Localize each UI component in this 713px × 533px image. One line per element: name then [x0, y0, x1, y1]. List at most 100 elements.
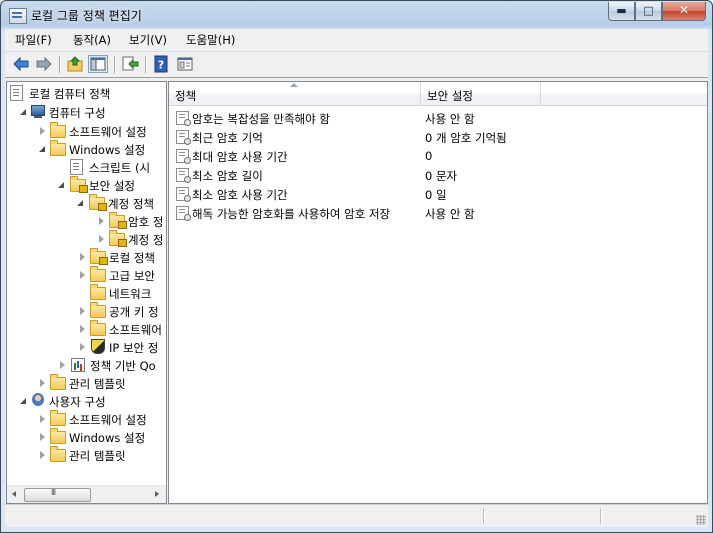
- forward-button[interactable]: [34, 55, 54, 73]
- security-folder-icon: [109, 230, 127, 247]
- minimize-button[interactable]: ▬: [608, 2, 635, 21]
- policy-row[interactable]: 최대 암호 사용 기간 0: [169, 146, 707, 165]
- tree-label: Windows 설정: [69, 143, 146, 157]
- policy-editor-icon: [9, 8, 27, 24]
- tree-horizontal-scrollbar[interactable]: III: [7, 485, 166, 503]
- expanded-arrow-icon[interactable]: [58, 182, 64, 188]
- forward-arrow-icon: [36, 56, 52, 72]
- collapsed-arrow-icon[interactable]: [80, 343, 85, 351]
- expanded-arrow-icon[interactable]: [39, 146, 45, 152]
- help-icon: ?: [154, 55, 168, 73]
- collapsed-arrow-icon[interactable]: [40, 415, 45, 423]
- collapsed-arrow-icon[interactable]: [99, 217, 104, 225]
- collapsed-arrow-icon[interactable]: [80, 271, 85, 279]
- status-bar: [5, 504, 708, 527]
- tree-label: 암호 정: [128, 215, 164, 229]
- column-policy[interactable]: 정책: [169, 82, 421, 105]
- policy-value: 사용 안 함: [425, 112, 475, 126]
- policy-setting-icon: [176, 149, 191, 164]
- policy-name: 최근 암호 기억: [192, 131, 263, 145]
- column-label: 보안 설정: [427, 89, 473, 103]
- properties-view-button[interactable]: [175, 55, 195, 73]
- menu-view[interactable]: 보기(V): [129, 32, 167, 48]
- collapsed-arrow-icon[interactable]: [80, 325, 85, 333]
- column-security-setting[interactable]: 보안 설정: [421, 82, 541, 105]
- folder-icon: [90, 302, 106, 318]
- policy-row[interactable]: 최근 암호 기억 0 개 암호 기억됨: [169, 127, 707, 146]
- column-label: 정책: [175, 89, 197, 103]
- resize-grip-icon[interactable]: [696, 515, 706, 525]
- sort-ascending-icon: [290, 83, 298, 87]
- maximize-icon: □: [643, 4, 654, 17]
- menu-bar: 파일(F) 동작(A) 보기(V) 도움말(H): [5, 29, 708, 52]
- properties-view-icon: [177, 57, 193, 71]
- policy-list[interactable]: 정책 보안 설정 암호는 복잡성을 만족해야 함 사용 안 함 최근 암호 기억…: [168, 81, 708, 504]
- computer-icon: [31, 105, 45, 118]
- tree-label: 고급 보안: [109, 269, 155, 283]
- collapsed-arrow-icon[interactable]: [40, 433, 45, 441]
- tree-label: 로컬 정책: [109, 251, 155, 265]
- policy-value: 0: [425, 149, 433, 163]
- policy-row[interactable]: 최소 암호 사용 기간 0 일: [169, 184, 707, 203]
- security-folder-icon: [70, 176, 88, 193]
- minimize-icon: ▬: [616, 4, 627, 17]
- scroll-right-arrow-icon[interactable]: [149, 486, 165, 503]
- collapsed-arrow-icon[interactable]: [80, 253, 85, 261]
- tree-label: 계정 정책: [108, 197, 154, 211]
- collapsed-arrow-icon[interactable]: [80, 307, 85, 315]
- expanded-arrow-icon[interactable]: [20, 398, 26, 404]
- collapsed-arrow-icon[interactable]: [99, 235, 104, 243]
- policy-value: 0 문자: [425, 169, 458, 183]
- script-icon: [70, 159, 83, 175]
- svg-text:?: ?: [158, 59, 164, 72]
- tree-label: 스크립트 (시: [89, 161, 151, 175]
- scroll-thumb[interactable]: III: [24, 488, 91, 502]
- folder-icon: [50, 140, 66, 156]
- tree-label: 소프트웨어 설정: [69, 125, 147, 139]
- folder-icon: [50, 374, 66, 390]
- folder-icon: [50, 410, 66, 426]
- tree-label: 로컬 컴퓨터 정책: [29, 87, 111, 101]
- tree-label: 정책 기반 Qo: [90, 359, 156, 373]
- policy-setting-icon: [176, 111, 191, 126]
- collapsed-arrow-icon[interactable]: [40, 379, 45, 387]
- close-button[interactable]: ✕: [662, 2, 706, 21]
- back-button[interactable]: [11, 55, 31, 73]
- status-separator: [483, 508, 485, 524]
- tree-label: IP 보안 정: [109, 341, 159, 355]
- menu-action[interactable]: 동작(A): [73, 32, 111, 48]
- maximize-button[interactable]: □: [635, 2, 662, 21]
- scroll-left-arrow-icon[interactable]: [7, 486, 23, 503]
- tree-label: 네트워크: [109, 287, 152, 301]
- folder-icon: [50, 122, 66, 138]
- tree-label: 소프트웨어: [109, 323, 162, 337]
- menu-help[interactable]: 도움말(H): [186, 32, 235, 48]
- tree-label: 계정 정: [128, 233, 164, 247]
- status-separator: [600, 508, 602, 524]
- policy-setting-icon: [176, 206, 191, 221]
- collapsed-arrow-icon[interactable]: [60, 361, 65, 369]
- up-button[interactable]: [65, 55, 85, 73]
- policy-setting-icon: [176, 187, 191, 202]
- show-hide-tree-button[interactable]: [88, 55, 108, 73]
- collapsed-arrow-icon[interactable]: [40, 451, 45, 459]
- policy-row[interactable]: 해독 가능한 암호화를 사용하여 암호 저장 사용 안 함: [169, 203, 707, 222]
- console-tree[interactable]: 로컬 컴퓨터 정책 컴퓨터 구성 소프트웨어 설정 Windows 설정 스크립…: [6, 81, 167, 504]
- expanded-arrow-icon[interactable]: [20, 109, 26, 115]
- security-folder-icon: [89, 194, 107, 211]
- user-icon: [32, 393, 44, 406]
- policy-setting-icon: [176, 168, 191, 183]
- export-list-icon: [122, 56, 139, 71]
- policy-row[interactable]: 암호는 복잡성을 만족해야 함 사용 안 함: [169, 108, 707, 127]
- export-list-button[interactable]: [120, 55, 140, 73]
- tree-label: 공개 키 정: [109, 305, 159, 319]
- policy-row[interactable]: 최소 암호 길이 0 문자: [169, 165, 707, 184]
- expanded-arrow-icon[interactable]: [77, 200, 83, 206]
- policy-value: 사용 안 함: [425, 207, 475, 221]
- title-bar[interactable]: 로컬 그룹 정책 편집기 ▬ □ ✕: [1, 1, 712, 29]
- folder-icon: [50, 446, 66, 462]
- menu-file[interactable]: 파일(F): [15, 32, 52, 48]
- tree-label: 관리 템플릿: [69, 449, 126, 463]
- collapsed-arrow-icon[interactable]: [40, 127, 45, 135]
- help-button[interactable]: ?: [151, 55, 171, 73]
